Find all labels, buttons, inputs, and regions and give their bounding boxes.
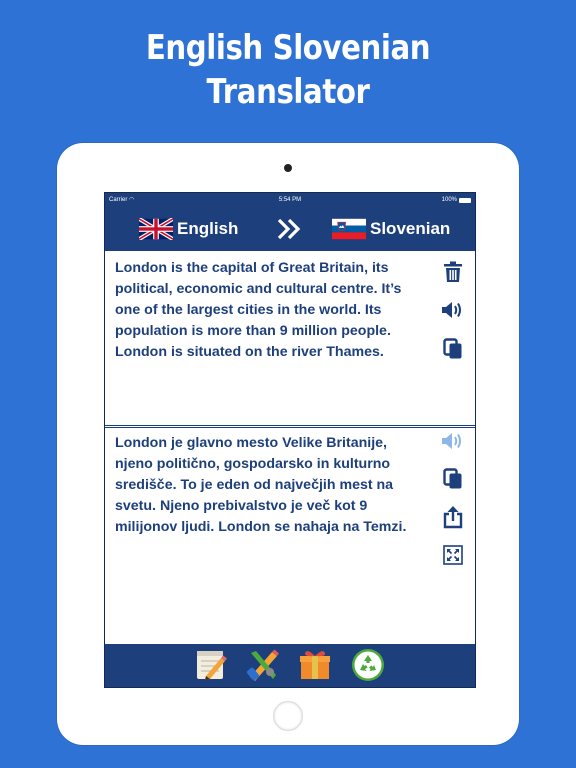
recycle-button[interactable] bbox=[351, 648, 385, 682]
target-language-selector[interactable]: Slovenian bbox=[332, 207, 450, 251]
clear-button[interactable] bbox=[440, 259, 466, 285]
recycle-icon bbox=[352, 649, 384, 681]
source-copy-button[interactable] bbox=[440, 336, 466, 362]
translation-pane[interactable]: London je glavno mesto Velike Britanije,… bbox=[105, 427, 475, 644]
gift-icon bbox=[300, 651, 330, 679]
language-bar: English Slovenian bbox=[105, 207, 475, 251]
translation-text[interactable]: London je glavno mesto Velike Britanije,… bbox=[115, 433, 427, 538]
copy-icon bbox=[443, 468, 462, 489]
app-screen: Carrier ◠ 5:54 PM 100% English Slovenian… bbox=[104, 192, 476, 688]
source-language-selector[interactable]: English bbox=[139, 207, 238, 251]
copy-icon bbox=[443, 338, 462, 359]
status-battery: 100% bbox=[442, 193, 471, 207]
double-chevron-right-icon bbox=[277, 218, 301, 240]
home-button bbox=[273, 701, 303, 731]
tools-button[interactable] bbox=[246, 648, 280, 682]
source-text[interactable]: London is the capital of Great Britain, … bbox=[115, 258, 427, 363]
source-language-label: English bbox=[177, 219, 239, 238]
translation-copy-button[interactable] bbox=[440, 466, 466, 492]
status-time: 5:54 PM bbox=[278, 197, 302, 203]
notes-button[interactable] bbox=[194, 648, 228, 682]
swap-direction-button[interactable] bbox=[276, 217, 304, 241]
speaker-icon bbox=[442, 302, 461, 318]
fullscreen-button[interactable] bbox=[440, 542, 466, 568]
source-text-pane[interactable]: London is the capital of Great Britain, … bbox=[105, 251, 475, 426]
gift-button[interactable] bbox=[298, 648, 332, 682]
target-language-label: Slovenian bbox=[370, 219, 451, 238]
fullscreen-icon bbox=[443, 545, 463, 565]
battery-icon bbox=[459, 197, 471, 203]
uk-flag-icon bbox=[139, 218, 173, 240]
status-bar: Carrier ◠ 5:54 PM 100% bbox=[105, 193, 475, 207]
headline-line-2: Translator bbox=[206, 72, 370, 112]
share-icon bbox=[443, 506, 463, 529]
translation-speak-button[interactable] bbox=[440, 428, 466, 454]
trash-icon bbox=[444, 261, 462, 282]
camera-icon bbox=[284, 164, 292, 172]
notepad-pencil-icon bbox=[197, 651, 227, 680]
speaker-icon bbox=[442, 433, 461, 449]
battery-percent: 100% bbox=[441, 197, 457, 203]
share-button[interactable] bbox=[440, 504, 466, 530]
bottom-toolbar bbox=[105, 644, 475, 687]
slovenia-flag-icon bbox=[332, 218, 366, 240]
tools-icon bbox=[246, 649, 279, 681]
app-headline: English Slovenian Translator bbox=[40, 26, 535, 114]
source-speak-button[interactable] bbox=[440, 297, 466, 323]
headline-line-1: English Slovenian bbox=[145, 28, 431, 68]
